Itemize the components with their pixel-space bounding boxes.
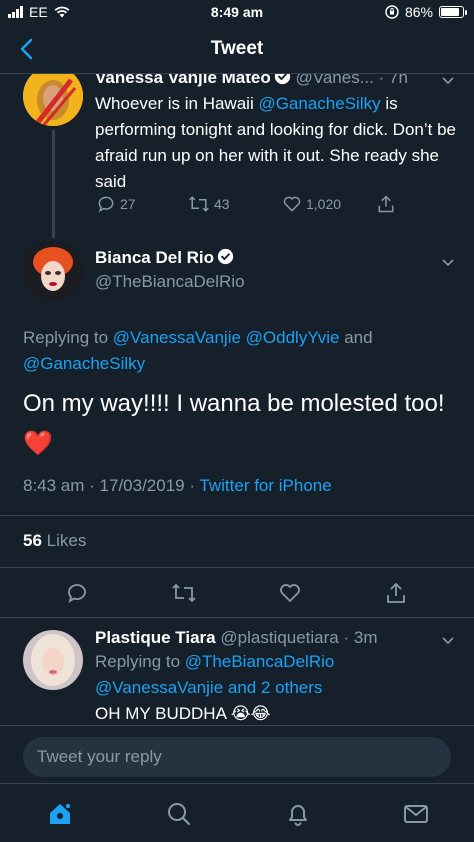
avatar-bianca-image bbox=[23, 240, 83, 300]
reply-tweet-chevron-down-icon[interactable] bbox=[440, 632, 456, 648]
retweet-icon bbox=[189, 196, 209, 212]
avatar-plastique-image bbox=[23, 630, 83, 690]
replying-and: and bbox=[339, 328, 373, 347]
parent-tweet-time: · 7h bbox=[378, 74, 408, 87]
reply-author-name[interactable]: Plastique Tiara bbox=[95, 628, 216, 647]
parent-retweet-count: 43 bbox=[214, 196, 230, 212]
parent-tweet-actions: 27 43 1,020 bbox=[96, 194, 406, 218]
tweet-thread[interactable]: Vanessa Vanjie Mateo @Vanes... · 7h Whoe… bbox=[0, 74, 474, 725]
battery-fill bbox=[441, 8, 460, 16]
main-tweet-timestamp: 8:43 am · 17/03/2019 · bbox=[23, 476, 200, 495]
replying-user-link[interactable]: @VanessaVanjie bbox=[95, 678, 223, 697]
replying-user-link[interactable]: @GanacheSilky bbox=[23, 354, 145, 373]
status-right: 86% bbox=[385, 4, 467, 20]
main-tweet-emoji: ❤️ bbox=[23, 430, 53, 457]
divider bbox=[0, 617, 474, 618]
parent-reply-count: 27 bbox=[120, 196, 136, 212]
parent-mention-link[interactable]: @GanacheSilky bbox=[258, 94, 380, 113]
replying-prefix: Replying to bbox=[95, 652, 185, 671]
parent-author-handle[interactable]: @Vanes... bbox=[296, 74, 374, 87]
reply-icon[interactable] bbox=[65, 581, 89, 605]
parent-tweet[interactable]: Vanessa Vanjie Mateo @Vanes... · 7h Whoe… bbox=[95, 74, 465, 195]
main-tweet-source-link[interactable]: Twitter for iPhone bbox=[199, 476, 331, 495]
reply-tweet-text: OH MY BUDDHA 😭😂 bbox=[95, 704, 271, 723]
replying-others-link[interactable]: and 2 others bbox=[223, 678, 323, 697]
reply-input[interactable] bbox=[23, 737, 451, 777]
reply-tweet-time: · 3m bbox=[343, 628, 378, 647]
share-icon[interactable] bbox=[384, 581, 408, 605]
parent-tweet-header: Vanessa Vanjie Mateo @Vanes... · 7h bbox=[95, 74, 465, 90]
parent-retweet-button[interactable]: 43 bbox=[188, 194, 230, 214]
main-tweet-header: Bianca Del Rio @TheBiancaDelRio bbox=[95, 248, 245, 292]
parent-author-name[interactable]: Vanessa Vanjie Mateo bbox=[95, 74, 271, 87]
avatar-bianca[interactable] bbox=[23, 240, 83, 300]
tab-bar bbox=[0, 783, 474, 842]
parent-like-count: 1,020 bbox=[306, 196, 342, 212]
status-bar: EE 8:49 am 86% bbox=[0, 0, 474, 24]
notifications-icon[interactable] bbox=[285, 801, 311, 827]
main-tweet-text: On my way!!!! I wanna be molested too! ❤️ bbox=[23, 384, 463, 464]
reply-replying-to: Replying to @TheBiancaDelRio @VanessaVanj… bbox=[95, 649, 465, 701]
parent-share-button[interactable] bbox=[376, 194, 396, 214]
reply-icon bbox=[98, 196, 114, 213]
battery-percent: 86% bbox=[404, 4, 433, 20]
main-tweet-likes[interactable]: 56 Likes bbox=[23, 531, 86, 551]
reply-author-handle[interactable]: @plastiquetiara bbox=[220, 628, 338, 647]
replying-user-link[interactable]: @TheBiancaDelRio bbox=[185, 652, 335, 671]
nav-header: Tweet bbox=[0, 24, 474, 74]
heart-icon bbox=[283, 196, 301, 212]
divider bbox=[0, 515, 474, 516]
parent-tweet-chevron-down-icon[interactable] bbox=[440, 74, 456, 88]
orientation-lock-icon bbox=[385, 5, 399, 19]
avatar-vanessa[interactable] bbox=[23, 74, 83, 126]
share-icon bbox=[378, 195, 394, 213]
heart-icon[interactable] bbox=[278, 581, 302, 605]
parent-tweet-text: Whoever is in Hawaii @GanacheSilky is pe… bbox=[95, 91, 465, 195]
replying-user-link[interactable]: @VanessaVanjie bbox=[113, 328, 241, 347]
divider bbox=[0, 567, 474, 568]
parent-text-pre: Whoever is in Hawaii bbox=[95, 94, 259, 113]
main-author-handle[interactable]: @TheBiancaDelRio bbox=[95, 272, 245, 292]
replying-prefix: Replying to bbox=[23, 328, 113, 347]
parent-reply-button[interactable]: 27 bbox=[96, 194, 136, 214]
battery-icon bbox=[439, 6, 467, 18]
avatar-vanessa-image bbox=[23, 74, 83, 126]
main-tweet-actions bbox=[0, 579, 474, 609]
likes-count: 56 bbox=[23, 531, 42, 550]
likes-label: Likes bbox=[46, 531, 87, 550]
parent-like-button[interactable]: 1,020 bbox=[282, 194, 341, 214]
main-replying-to: Replying to @VanessaVanjie @OddlyYvie an… bbox=[23, 325, 453, 377]
main-tweet-chevron-down-icon[interactable] bbox=[440, 254, 456, 270]
page-title: Tweet bbox=[210, 38, 264, 59]
home-icon[interactable] bbox=[47, 801, 73, 827]
main-tweet-meta: 8:43 am · 17/03/2019 · Twitter for iPhon… bbox=[23, 476, 332, 496]
replying-user-link[interactable]: @OddlyYvie bbox=[246, 328, 340, 347]
messages-icon[interactable] bbox=[403, 801, 429, 827]
avatar-plastique[interactable] bbox=[23, 630, 83, 690]
main-tweet-text-line: On my way!!!! I wanna be molested too! bbox=[23, 390, 445, 417]
retweet-icon[interactable] bbox=[171, 581, 197, 605]
reply-tweet-header: Plastique Tiara @plastiquetiara · 3m bbox=[95, 628, 465, 648]
verified-badge-icon bbox=[274, 74, 290, 85]
search-icon[interactable] bbox=[166, 801, 192, 827]
reply-compose-bar bbox=[0, 725, 474, 783]
thread-connector-line bbox=[52, 130, 55, 238]
reply-tweet[interactable]: Plastique Tiara @plastiquetiara · 3m Rep… bbox=[95, 628, 465, 725]
main-author-name[interactable]: Bianca Del Rio bbox=[95, 248, 214, 267]
verified-badge-icon bbox=[217, 248, 234, 265]
